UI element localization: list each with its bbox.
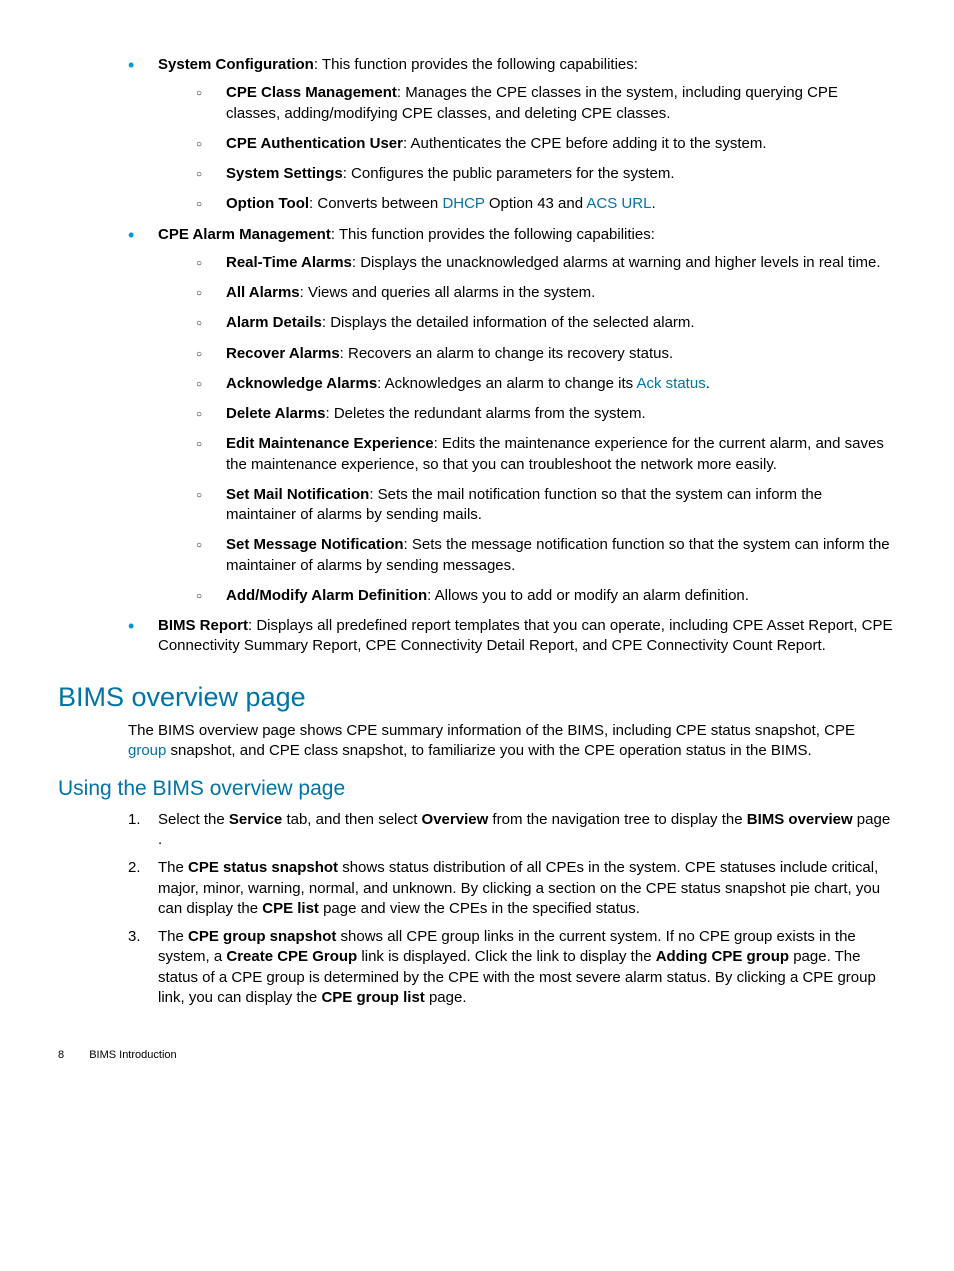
label: CPE Authentication User — [226, 135, 403, 152]
paragraph-overview: The BIMS overview page shows CPE summary… — [128, 721, 896, 762]
step-2: The CPE status snapshot shows status dis… — [128, 858, 896, 919]
steps-list: Select the Service tab, and then select … — [58, 810, 896, 1008]
group-link[interactable]: group — [128, 742, 166, 759]
subitem-option-tool: Option Tool: Converts between DHCP Optio… — [196, 194, 896, 214]
dhcp-link[interactable]: DHCP — [442, 195, 484, 212]
desc: : Configures the public parameters for t… — [343, 165, 675, 182]
top-bullet-list: System Configuration: This function prov… — [58, 55, 896, 657]
alarm-subitems: Real-Time Alarms: Displays the unacknowl… — [158, 253, 896, 606]
label: CPE Alarm Management — [158, 226, 331, 243]
label: Add/Modify Alarm Definition — [226, 587, 427, 604]
desc: : Allows you to add or modify an alarm d… — [427, 587, 749, 604]
desc: : Deletes the redundant alarms from the … — [326, 405, 646, 422]
sysconf-subitems: CPE Class Management: Manages the CPE cl… — [158, 83, 896, 214]
heading-using-bims-overview: Using the BIMS overview page — [58, 775, 896, 803]
text: . — [651, 195, 655, 212]
acs-url-link[interactable]: ACS URL — [586, 195, 651, 212]
desc: : Recovers an alarm to change its recove… — [340, 345, 673, 362]
label: Alarm Details — [226, 314, 322, 331]
label: Edit Maintenance Experience — [226, 435, 434, 452]
text: snapshot, and CPE class snapshot, to fam… — [166, 742, 811, 759]
subitem: CPE Authentication User: Authenticates t… — [196, 134, 896, 154]
subitem: Set Mail Notification: Sets the mail not… — [196, 485, 896, 526]
heading-bims-overview-page: BIMS overview page — [58, 679, 896, 715]
subitem: System Settings: Configures the public p… — [196, 164, 896, 184]
subitem: Recover Alarms: Recovers an alarm to cha… — [196, 344, 896, 364]
subitem: Real-Time Alarms: Displays the unacknowl… — [196, 253, 896, 273]
subitem: CPE Class Management: Manages the CPE cl… — [196, 83, 896, 124]
label: Recover Alarms — [226, 345, 340, 362]
text: : Acknowledges an alarm to change its — [377, 375, 636, 392]
footer-title: BIMS Introduction — [89, 1048, 176, 1063]
label: All Alarms — [226, 284, 300, 301]
desc: : This function provides the following c… — [331, 226, 655, 243]
page-number: 8 — [58, 1048, 64, 1063]
label: BIMS Report — [158, 617, 248, 634]
text: . — [706, 375, 710, 392]
label: System Settings — [226, 165, 343, 182]
bullet-system-configuration: System Configuration: This function prov… — [128, 55, 896, 215]
subitem: Add/Modify Alarm Definition: Allows you … — [196, 586, 896, 606]
subitem: Alarm Details: Displays the detailed inf… — [196, 313, 896, 333]
label: System Configuration — [158, 56, 314, 73]
step-3: The CPE group snapshot shows all CPE gro… — [128, 927, 896, 1008]
desc: : Displays all predefined report templat… — [158, 617, 893, 654]
ack-status-link[interactable]: Ack status — [637, 375, 706, 392]
label: Option Tool — [226, 195, 309, 212]
desc: : Authenticates the CPE before adding it… — [403, 135, 767, 152]
step-1: Select the Service tab, and then select … — [128, 810, 896, 851]
desc: : This function provides the following c… — [314, 56, 638, 73]
bullet-bims-report: BIMS Report: Displays all predefined rep… — [128, 616, 896, 657]
text: Option 43 and — [485, 195, 587, 212]
text: : Converts between — [309, 195, 442, 212]
label: Delete Alarms — [226, 405, 326, 422]
label: Set Mail Notification — [226, 486, 369, 503]
label: CPE Class Management — [226, 84, 397, 101]
desc: : Displays the unacknowledged alarms at … — [352, 254, 881, 271]
text: The BIMS overview page shows CPE summary… — [128, 722, 855, 739]
label: Acknowledge Alarms — [226, 375, 377, 392]
desc: : Views and queries all alarms in the sy… — [300, 284, 596, 301]
subitem: Edit Maintenance Experience: Edits the m… — [196, 434, 896, 475]
label: Real-Time Alarms — [226, 254, 352, 271]
page-footer: 8 BIMS Introduction — [58, 1048, 896, 1063]
subitem: Set Message Notification: Sets the messa… — [196, 535, 896, 576]
subitem-acknowledge: Acknowledge Alarms: Acknowledges an alar… — [196, 374, 896, 394]
bullet-cpe-alarm-management: CPE Alarm Management: This function prov… — [128, 225, 896, 607]
label: Set Message Notification — [226, 536, 404, 553]
desc: : Displays the detailed information of t… — [322, 314, 695, 331]
subitem: All Alarms: Views and queries all alarms… — [196, 283, 896, 303]
subitem: Delete Alarms: Deletes the redundant ala… — [196, 404, 896, 424]
